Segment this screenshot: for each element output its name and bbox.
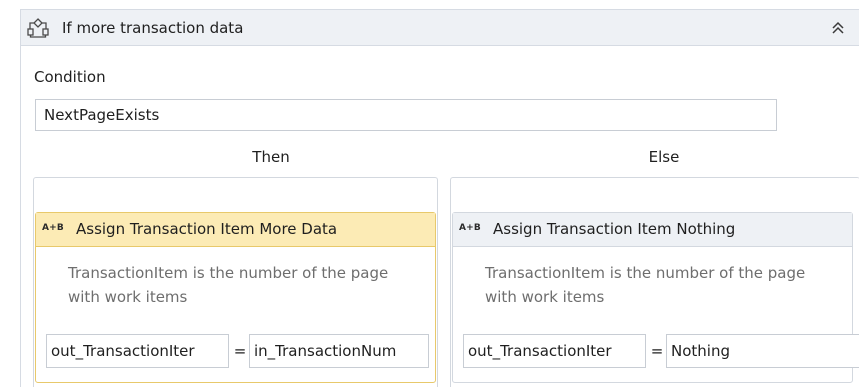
- if-activity-title: If more transaction data: [62, 19, 244, 37]
- assign-icon: A+B: [42, 223, 64, 233]
- assign-activity-title: Assign Transaction Item More Data: [76, 220, 338, 238]
- assign-activity-else[interactable]: A+B Assign Transaction Item Nothing Tran…: [452, 212, 859, 383]
- assign-icon: A+B: [459, 223, 481, 233]
- assign-value-input[interactable]: [666, 334, 859, 368]
- assign-annotation[interactable]: TransactionItem is the number of the pag…: [68, 261, 418, 309]
- equals-sign: =: [650, 342, 664, 360]
- assign-value-input[interactable]: [249, 334, 429, 368]
- assign-activity-then[interactable]: A+B Assign Transaction Item More Data Tr…: [35, 212, 436, 383]
- if-decision-icon: [27, 18, 49, 38]
- then-branch-container[interactable]: A+B Assign Transaction Item More Data Tr…: [33, 177, 438, 387]
- assign-to-input[interactable]: [46, 334, 229, 368]
- then-label: Then: [252, 148, 290, 166]
- else-label: Else: [648, 148, 680, 166]
- else-branch-container[interactable]: A+B Assign Transaction Item Nothing Tran…: [450, 177, 859, 387]
- if-activity[interactable]: If more transaction data Condition Then …: [20, 9, 859, 387]
- condition-label: Condition: [34, 68, 106, 86]
- assign-activity-header[interactable]: A+B Assign Transaction Item Nothing: [453, 213, 852, 247]
- double-chevron-up-icon[interactable]: [829, 20, 847, 36]
- assign-activity-header[interactable]: A+B Assign Transaction Item More Data: [36, 213, 435, 247]
- assign-annotation[interactable]: TransactionItem is the number of the pag…: [485, 261, 835, 309]
- assign-to-input[interactable]: [463, 334, 646, 368]
- equals-sign: =: [233, 342, 247, 360]
- if-activity-header[interactable]: If more transaction data: [21, 10, 859, 46]
- condition-input[interactable]: [35, 99, 777, 131]
- assign-activity-title: Assign Transaction Item Nothing: [493, 220, 736, 238]
- workflow-canvas: If more transaction data Condition Then …: [0, 0, 859, 387]
